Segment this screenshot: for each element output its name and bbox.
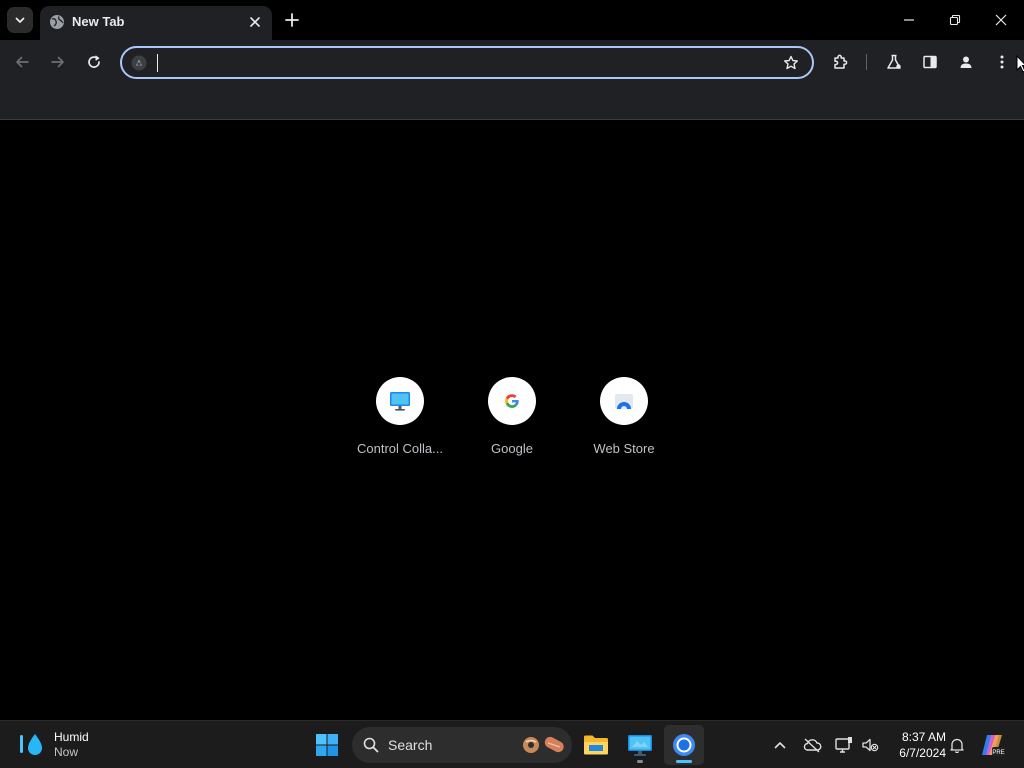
- shortcut-label: Google: [491, 441, 533, 456]
- labs-button[interactable]: [880, 48, 908, 76]
- windows-logo-icon: [316, 734, 338, 756]
- volume-muted-icon: [862, 738, 879, 752]
- toolbar-separator: [866, 54, 867, 70]
- chrome-taskbar-button[interactable]: [664, 725, 704, 765]
- globe-icon: [50, 15, 64, 29]
- browser-toolbar: [0, 40, 1024, 84]
- person-icon: [960, 56, 972, 68]
- menu-button[interactable]: [988, 48, 1016, 76]
- chevron-up-icon: [774, 742, 786, 749]
- back-button[interactable]: [8, 48, 36, 76]
- tab-strip: New Tab: [0, 0, 1024, 40]
- flask-icon: [887, 54, 901, 69]
- control-collaboration-button[interactable]: [620, 725, 660, 765]
- weather-time: Now: [54, 745, 79, 759]
- shortcut-icon-tile: [600, 377, 648, 425]
- minimize-button[interactable]: [886, 0, 932, 40]
- shortcut-control-collaboration[interactable]: Control Colla...: [344, 377, 456, 473]
- clock-time: 8:37 AM: [901, 730, 946, 744]
- profile-button[interactable]: [952, 48, 980, 76]
- copilot-icon: PRE: [982, 735, 1005, 756]
- folder-icon: [584, 735, 608, 755]
- arrow-right-icon: [51, 56, 64, 68]
- side-panel-icon: [923, 55, 937, 69]
- address-bar[interactable]: [120, 46, 814, 79]
- volume-button[interactable]: [858, 733, 882, 757]
- tab-search-button[interactable]: [7, 7, 33, 33]
- mouse-cursor-icon: [1016, 55, 1024, 73]
- shortcut-icon-tile: [488, 377, 536, 425]
- taskbar-search-label: Search: [388, 737, 433, 753]
- shortcut-google[interactable]: Google: [456, 377, 568, 473]
- address-input[interactable]: [156, 52, 776, 74]
- reload-icon: [88, 55, 100, 68]
- close-window-button[interactable]: [978, 0, 1024, 40]
- bookmarks-bar: [0, 84, 1024, 120]
- onedrive-button[interactable]: [800, 733, 824, 757]
- start-button[interactable]: [307, 725, 347, 765]
- arrow-left-icon: [16, 56, 29, 68]
- water-drop-icon: [20, 734, 42, 755]
- tab-new-tab[interactable]: New Tab: [40, 6, 272, 40]
- close-icon: [250, 17, 260, 27]
- plus-icon: [285, 13, 299, 27]
- monitor-icon: [628, 735, 652, 756]
- search-highlight-icon: [523, 736, 564, 753]
- network-button[interactable]: [832, 733, 856, 757]
- chrome-icon: [673, 734, 695, 756]
- notifications-button[interactable]: [945, 733, 969, 757]
- shortcut-icon-tile: [376, 377, 424, 425]
- shortcut-web-store[interactable]: Web Store: [568, 377, 680, 473]
- taskbar-search-box[interactable]: Search: [352, 727, 572, 763]
- new-tab-page: Control Colla... Google Web Store: [0, 121, 1024, 720]
- forward-button[interactable]: [44, 48, 72, 76]
- restore-icon: [949, 14, 961, 26]
- tab-close-button[interactable]: [245, 12, 265, 32]
- new-tab-button[interactable]: [280, 8, 304, 32]
- text-caret: [157, 54, 158, 72]
- minimize-icon: [904, 19, 914, 21]
- windows-taskbar: Humid Now Search 8:37 AM 6/7/2024 PRE: [0, 720, 1024, 768]
- running-indicator: [637, 760, 643, 763]
- bell-icon: [950, 738, 964, 753]
- shortcut-label: Control Colla...: [357, 441, 443, 456]
- chrome-page-icon: [131, 55, 147, 71]
- puzzle-icon: [833, 54, 847, 69]
- show-hidden-icons-button[interactable]: [768, 733, 792, 757]
- extensions-button[interactable]: [826, 48, 854, 76]
- weather-widget[interactable]: Humid Now: [14, 727, 89, 763]
- weather-text: Humid Now: [54, 730, 89, 760]
- tab-title: New Tab: [72, 14, 125, 29]
- network-monitor-icon: [835, 737, 852, 753]
- restore-button[interactable]: [932, 0, 978, 40]
- more-vert-icon: [1000, 55, 1004, 69]
- shortcut-label: Web Store: [593, 441, 655, 456]
- bookmark-star-button[interactable]: [779, 51, 803, 75]
- side-panel-button[interactable]: [916, 48, 944, 76]
- star-icon: [784, 55, 798, 70]
- copilot-button[interactable]: PRE: [978, 733, 1006, 757]
- file-explorer-button[interactable]: [576, 725, 616, 765]
- search-icon: [363, 737, 379, 753]
- close-icon: [995, 14, 1007, 26]
- web-store-icon: [615, 394, 633, 409]
- reload-button[interactable]: [80, 48, 108, 76]
- google-g-icon: [505, 394, 519, 408]
- chevron-down-icon: [15, 17, 25, 23]
- cloud-off-icon: [803, 738, 822, 753]
- clock-date: 6/7/2024: [899, 746, 946, 760]
- weather-condition: Humid: [54, 730, 89, 744]
- active-indicator: [676, 760, 692, 763]
- monitor-icon: [390, 392, 410, 411]
- system-clock[interactable]: 8:37 AM 6/7/2024: [886, 729, 946, 761]
- svg-text:PRE: PRE: [992, 750, 1004, 756]
